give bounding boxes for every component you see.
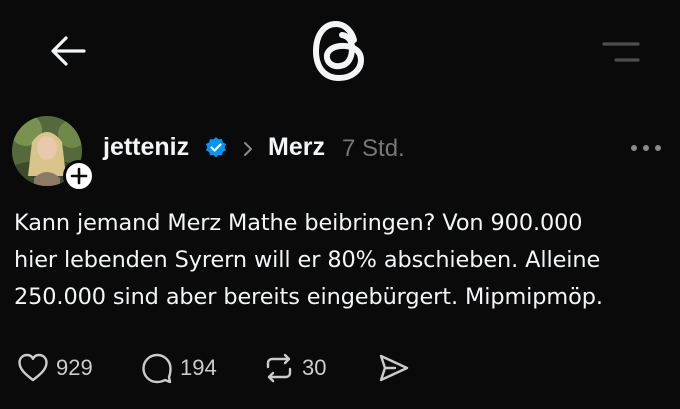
chevron-right-icon <box>244 142 252 156</box>
more-icon <box>631 145 661 151</box>
post-text: Kann jemand Merz Mathe beibringen? Von 9… <box>14 205 674 316</box>
repost-icon <box>266 353 292 383</box>
post-text-line: Kann jemand Merz Mathe beibringen? Von 9… <box>14 210 583 236</box>
post-header: jetteniz Merz 7 Std. <box>0 110 680 192</box>
heart-icon <box>18 353 48 382</box>
more-options-button[interactable] <box>626 138 666 158</box>
action-bar: 929 194 30 <box>0 345 680 395</box>
comment-icon <box>142 353 172 384</box>
menu-icon <box>602 42 640 62</box>
reply-button[interactable]: 194 <box>140 345 217 391</box>
avatar-button[interactable] <box>12 116 95 192</box>
post-text-line: hier lebenden Syrern will er 80% abschie… <box>14 247 601 273</box>
like-button[interactable]: 929 <box>16 345 93 391</box>
post-text-line: 250.000 sind aber bereits eingebürgert. … <box>14 284 603 310</box>
like-count: 929 <box>56 355 93 380</box>
share-button[interactable] <box>377 345 411 391</box>
follow-button[interactable] <box>63 160 95 192</box>
verified-badge-icon <box>206 137 226 158</box>
top-bar <box>0 0 680 100</box>
author-username[interactable]: jetteniz <box>103 132 189 162</box>
repost-count: 30 <box>302 355 327 380</box>
reply-count: 194 <box>180 355 217 380</box>
send-icon <box>379 354 409 382</box>
back-button[interactable] <box>46 32 92 70</box>
community-tag[interactable]: Merz <box>268 132 325 162</box>
post-timestamp: 7 Std. <box>342 135 405 162</box>
repost-button[interactable]: 30 <box>262 345 326 391</box>
plus-icon <box>70 167 88 185</box>
arrow-left-icon <box>51 36 86 66</box>
threads-logo-icon[interactable] <box>308 18 372 84</box>
menu-button[interactable] <box>598 38 644 68</box>
